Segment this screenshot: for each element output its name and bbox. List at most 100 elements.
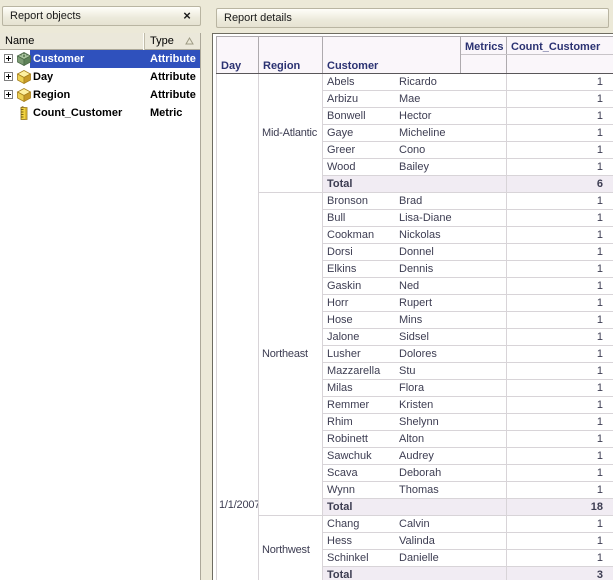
report-details-titlebar: Report details [216,8,609,28]
header-count-customer[interactable]: Count_Customer [506,36,613,55]
metric-value-cell[interactable]: 1 [506,481,613,499]
metric-value-cell[interactable]: 1 [506,107,613,125]
day-cell[interactable]: 1/1/2007 [216,73,259,580]
header-day[interactable]: Day [216,36,259,74]
metric-value-cell[interactable]: 1 [506,515,613,533]
metric-value-cell[interactable]: 1 [506,124,613,142]
metric-value-cell[interactable]: 1 [506,345,613,363]
attribute-icon [16,88,32,103]
metric-value-cell[interactable]: 1 [506,73,613,91]
customer-cell[interactable]: Greer Cono [322,141,507,159]
region-cell[interactable]: Northeast [258,192,323,516]
metric-value-cell[interactable]: 1 [506,532,613,550]
column-header-type[interactable]: Type [145,33,200,50]
customer-cell[interactable]: Milas Flora [322,379,507,397]
metric-value-cell[interactable]: 1 [506,362,613,380]
metric-value-cell[interactable]: 1 [506,141,613,159]
customer-cell[interactable]: Wynn Thomas [322,481,507,499]
tree-item-customer[interactable]: Customer Attribute [0,50,200,68]
tree-item-label: Day [33,71,54,83]
report-objects-panel: Report objects × Name Type Customer Attr… [0,0,212,580]
attribute-icon [16,70,32,85]
expand-plus-icon[interactable] [4,54,13,63]
metric-value-cell[interactable]: 1 [506,243,613,261]
customer-cell[interactable]: Gaye Micheline [322,124,507,142]
metric-value-cell[interactable]: 1 [506,328,613,346]
total-label-cell[interactable]: Total [322,566,507,580]
expand-plus-icon[interactable] [4,72,13,81]
customer-cell[interactable]: Elkins Dennis [322,260,507,278]
metric-value-cell[interactable]: 1 [506,226,613,244]
customer-cell[interactable]: Dorsi Donnel [322,243,507,261]
total-value-cell[interactable]: 18 [506,498,613,516]
customer-cell[interactable]: Remmer Kristen [322,396,507,414]
tree-item-day[interactable]: Day Attribute [0,68,200,86]
report-grid: Day Region Customer Metrics Count_Custom… [216,36,613,580]
metric-value-cell[interactable]: 1 [506,430,613,448]
total-value-cell[interactable]: 3 [506,566,613,580]
header-count-customer-sub[interactable] [506,54,613,74]
report-grid-area: Day Region Customer Metrics Count_Custom… [212,33,613,580]
total-label-cell[interactable]: Total [322,175,507,193]
header-customer[interactable]: Customer [322,36,461,74]
metric-value-cell[interactable]: 1 [506,396,613,414]
metric-value-cell[interactable]: 1 [506,549,613,567]
tree-item-label: Customer [33,53,85,65]
report-details-title: Report details [224,12,292,24]
expand-plus-icon[interactable] [4,90,13,99]
total-value-cell[interactable]: 6 [506,175,613,193]
metric-value-cell[interactable]: 1 [506,447,613,465]
region-cell[interactable]: Northwest [258,515,323,580]
region-cell[interactable]: Mid-Atlantic [258,73,323,193]
customer-cell[interactable]: Rhim Shelynn [322,413,507,431]
customer-cell[interactable]: Horr Rupert [322,294,507,312]
metric-value-cell[interactable]: 1 [506,158,613,176]
customer-cell[interactable]: Jalone Sidsel [322,328,507,346]
customer-cell[interactable]: Sawchuk Audrey [322,447,507,465]
grid-data-row: 1/1/2007 Mid-Atlantic Abels Ricardo 1 [216,73,613,580]
report-objects-titlebar: Report objects × [2,6,201,26]
customer-cell[interactable]: Schinkel Danielle [322,549,507,567]
customer-cell[interactable]: Robinett Alton [322,430,507,448]
customer-cell[interactable]: Bull Lisa-Diane [322,209,507,227]
customer-cell[interactable]: Chang Calvin [322,515,507,533]
customer-cell[interactable]: Wood Bailey [322,158,507,176]
tree-item-type: Attribute [150,71,196,83]
customer-cell[interactable]: Abels Ricardo [322,73,507,91]
tree-item-type: Attribute [150,89,196,101]
column-header-name[interactable]: Name [0,33,145,50]
sort-ascending-icon [185,37,194,45]
customer-cell[interactable]: Mazzarella Stu [322,362,507,380]
report-objects-list: Name Type Customer Attribute Day Attribute [0,33,201,580]
metric-value-cell[interactable]: 1 [506,464,613,482]
tree-item-count_customer[interactable]: Count_Customer Metric [0,104,200,122]
header-region[interactable]: Region [258,36,323,74]
metric-value-cell[interactable]: 1 [506,192,613,210]
customer-cell[interactable]: Bonwell Hector [322,107,507,125]
customer-cell[interactable]: Arbizu Mae [322,90,507,108]
report-details-panel: Report details Day Region Customer Metri… [212,0,613,580]
metric-value-cell[interactable]: 1 [506,260,613,278]
customer-cell[interactable]: Gaskin Ned [322,277,507,295]
metric-icon [16,105,32,120]
metric-value-cell[interactable]: 1 [506,413,613,431]
total-label-cell[interactable]: Total [322,498,507,516]
customer-cell[interactable]: Scava Deborah [322,464,507,482]
tree-item-type: Metric [150,107,183,119]
metric-value-cell[interactable]: 1 [506,209,613,227]
header-metrics[interactable]: Metrics [460,36,507,55]
customer-cell[interactable]: Bronson Brad [322,192,507,210]
metric-value-cell[interactable]: 1 [506,277,613,295]
metric-value-cell[interactable]: 1 [506,90,613,108]
object-tree: Customer Attribute Day Attribute Region Att… [0,50,200,122]
metric-value-cell[interactable]: 1 [506,379,613,397]
customer-cell[interactable]: Hose Mins [322,311,507,329]
close-icon[interactable]: × [180,8,194,24]
customer-cell[interactable]: Hess Valinda [322,532,507,550]
customer-cell[interactable]: Lusher Dolores [322,345,507,363]
header-metrics-sub[interactable] [460,54,507,74]
tree-item-region[interactable]: Region Attribute [0,86,200,104]
metric-value-cell[interactable]: 1 [506,294,613,312]
customer-cell[interactable]: Cookman Nickolas [322,226,507,244]
metric-value-cell[interactable]: 1 [506,311,613,329]
